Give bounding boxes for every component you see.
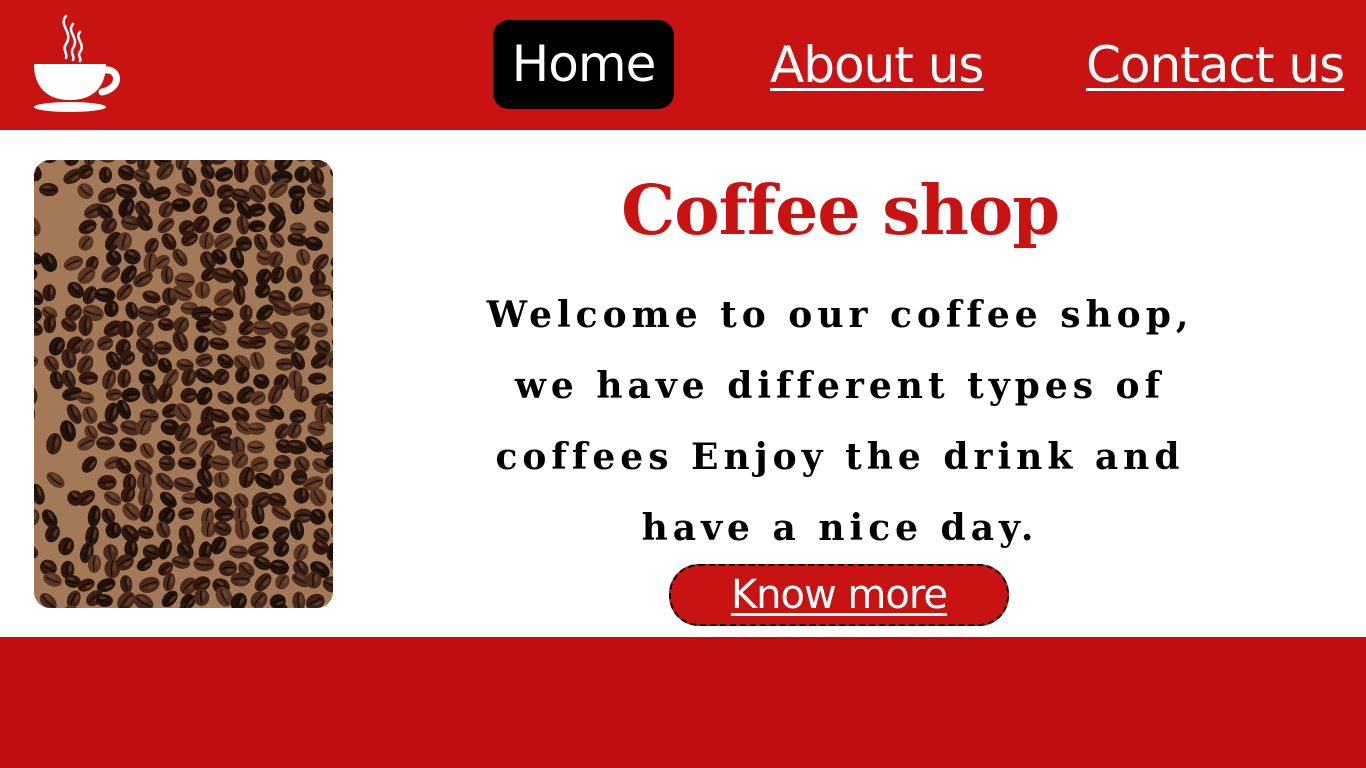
header-bar: Home About us Contact us [0,0,1366,130]
know-more-button[interactable]: Know more [669,564,1009,626]
welcome-line: Welcome to our coffee shop, [486,294,1194,336]
page: Home About us Contact us Coffee shop Wel… [0,0,1366,768]
nav-contact-link[interactable]: Contact us [1086,34,1345,96]
welcome-line: have a nice day. [641,507,1039,549]
page-title: Coffee shop [621,171,1060,251]
coffee-cup-icon[interactable] [28,14,124,116]
coffee-beans-image [34,160,333,608]
welcome-text: Welcome to our coffee shop, we have diff… [470,280,1210,564]
nav-home-button[interactable]: Home [493,20,674,109]
footer-bar [0,637,1366,768]
nav-about-link[interactable]: About us [770,34,984,96]
welcome-line: we have different types of [514,365,1166,407]
welcome-line: coffees Enjoy the drink and [495,436,1185,478]
